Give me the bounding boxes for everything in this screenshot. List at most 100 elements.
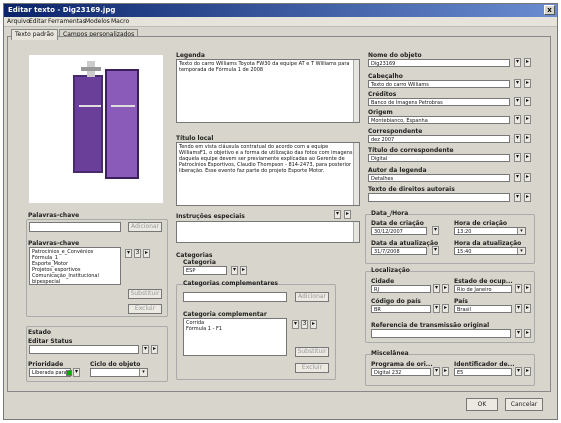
menu-arquivo[interactable]: Arquivo — [7, 18, 30, 25]
list-item[interactable]: bipespecial — [32, 279, 118, 284]
categoria-comp-input[interactable] — [183, 292, 287, 302]
add-icon[interactable]: ▸ — [524, 304, 531, 313]
programa-origem-field[interactable]: Digital 232 — [371, 368, 431, 376]
menu-macro[interactable]: Macro — [111, 18, 129, 25]
cidade-value: RJ — [374, 287, 379, 293]
add-icon[interactable]: ▸ — [524, 329, 531, 338]
creditos-field[interactable]: Banco de Imagens Petrobras — [368, 98, 510, 106]
cabecalho-field[interactable]: Texto do carro Williams — [368, 80, 510, 88]
sort-down-icon[interactable]: ▾ — [292, 320, 299, 329]
ok-button[interactable]: OK — [466, 398, 498, 411]
instrucoes-textarea[interactable] — [176, 221, 360, 243]
correspondente-field[interactable]: dez 2007 — [368, 135, 510, 143]
scrollbar[interactable] — [353, 222, 359, 242]
chevron-down-icon[interactable]: ▾ — [514, 153, 521, 162]
tab-texto-padrao[interactable]: Texto padrão — [11, 29, 58, 40]
add-icon[interactable]: ▸ — [344, 210, 351, 219]
chevron-down-icon[interactable]: ▾ — [433, 304, 440, 313]
ciclo-select[interactable]: ▾ — [90, 368, 148, 377]
menu-modelos[interactable]: Modelos — [85, 18, 110, 25]
add-icon[interactable]: ▸ — [524, 193, 531, 202]
close-icon[interactable]: x — [544, 5, 555, 15]
referencia-field[interactable] — [371, 329, 511, 338]
keyword-input[interactable] — [29, 222, 121, 232]
chevron-down-icon[interactable]: ▾ — [517, 228, 525, 234]
chevron-down-icon[interactable]: ▾ — [514, 173, 521, 182]
replace-categoria-button[interactable]: Substituir — [295, 347, 329, 357]
chevron-down-icon[interactable]: ▾ — [514, 193, 521, 202]
add-icon[interactable]: ▸ — [524, 134, 531, 143]
keywords-list[interactable]: Patrocínios_e_Convênios Fórmula_1 Esport… — [29, 247, 121, 285]
chevron-down-icon[interactable]: ▾ — [142, 345, 149, 354]
chevron-down-icon[interactable]: ▾ — [139, 369, 147, 376]
chevron-down-icon[interactable]: ▾ — [515, 329, 522, 338]
menu-editar[interactable]: Editar — [29, 18, 47, 25]
chevron-down-icon[interactable]: ▾ — [514, 97, 521, 106]
chevron-down-icon[interactable]: ▾ — [514, 115, 521, 124]
chevron-down-icon[interactable]: ▾ — [231, 266, 238, 275]
chevron-down-icon[interactable]: ▾ — [514, 58, 521, 67]
add-icon[interactable]: ▸ — [524, 79, 531, 88]
prioridade-select[interactable]: Liberada para — [29, 368, 71, 377]
status-select[interactable] — [29, 345, 139, 354]
number-icon[interactable]: 3 — [301, 320, 308, 329]
sort-down-icon[interactable]: ▾ — [125, 249, 132, 258]
direitos-field[interactable] — [368, 193, 510, 202]
add-icon[interactable]: ▸ — [524, 115, 531, 124]
cancel-button[interactable]: Cancelar — [505, 398, 543, 411]
calendar-icon[interactable]: ▾ — [432, 246, 439, 255]
origem-field[interactable]: Montebianco, Espanha — [368, 116, 510, 124]
replace-keyword-button[interactable]: Substituir — [128, 289, 162, 299]
titulo-local-textarea[interactable]: Tendo em vista cláusula contratual do ac… — [176, 142, 360, 206]
legenda-textarea[interactable]: Texto do carro Williams Toyota FW30 da e… — [176, 59, 360, 123]
add-icon[interactable]: ▸ — [151, 345, 158, 354]
add-icon[interactable]: ▸ — [524, 367, 531, 376]
delete-keyword-button[interactable]: Excluir — [128, 304, 162, 314]
chevron-down-icon[interactable]: ▾ — [515, 367, 522, 376]
pais-field[interactable]: Brasil — [454, 305, 512, 313]
scrollbar[interactable] — [353, 143, 359, 205]
chevron-down-icon[interactable]: ▾ — [73, 368, 80, 377]
scrollbar[interactable] — [353, 60, 359, 122]
cidade-field[interactable]: RJ — [371, 285, 431, 293]
add-icon[interactable]: ▸ — [442, 304, 449, 313]
hora-criacao-value: 13:20 — [457, 229, 472, 235]
menu-ferramentas[interactable]: Ferramentas — [48, 18, 86, 25]
chevron-down-icon[interactable]: ▾ — [433, 284, 440, 293]
data-criacao-field[interactable]: 30/12/2007 — [371, 227, 427, 235]
autor-field[interactable]: Detalhes — [368, 174, 510, 182]
hora-criacao-field[interactable]: 13:20 ▾ — [454, 227, 526, 235]
calendar-icon[interactable]: ▾ — [432, 226, 439, 235]
number-icon[interactable]: 3 — [134, 249, 141, 258]
add-icon[interactable]: ▸ — [524, 284, 531, 293]
add-icon[interactable]: ▸ — [310, 320, 317, 329]
chevron-down-icon[interactable]: ▾ — [514, 134, 521, 143]
list-item[interactable]: Fórmula 1 - F1 — [186, 326, 284, 332]
chevron-down-icon[interactable]: ▾ — [515, 284, 522, 293]
add-icon[interactable]: ▸ — [442, 367, 449, 376]
add-icon[interactable]: ▸ — [524, 58, 531, 67]
chevron-down-icon[interactable]: ▾ — [334, 210, 341, 219]
add-categoria-button[interactable]: Adicionar — [295, 292, 329, 302]
hora-atualizacao-field[interactable]: 15:40 ▾ — [454, 247, 526, 255]
categorias-list[interactable]: Corrida Fórmula 1 - F1 — [183, 318, 287, 356]
identificador-field[interactable]: E5 — [454, 368, 512, 376]
add-icon[interactable]: ▸ — [524, 153, 531, 162]
categoria-select[interactable]: ESP — [183, 266, 227, 275]
add-icon[interactable]: ▸ — [524, 173, 531, 182]
data-atualizacao-field[interactable]: 31/7/2008 — [371, 247, 427, 255]
add-icon[interactable]: ▸ — [524, 97, 531, 106]
titulo-correspondente-field[interactable]: Digital — [368, 154, 510, 162]
add-icon[interactable]: ▸ — [442, 284, 449, 293]
nome-objeto-field[interactable]: Dig23169 — [368, 59, 510, 67]
chevron-down-icon[interactable]: ▾ — [433, 367, 440, 376]
add-icon[interactable]: ▸ — [240, 266, 247, 275]
delete-categoria-button[interactable]: Excluir — [295, 363, 329, 373]
add-icon[interactable]: ▸ — [143, 249, 150, 258]
chevron-down-icon[interactable]: ▾ — [514, 79, 521, 88]
chevron-down-icon[interactable]: ▾ — [515, 304, 522, 313]
codigo-pais-field[interactable]: BR — [371, 305, 431, 313]
chevron-down-icon[interactable]: ▾ — [517, 248, 525, 254]
estado-ocupacao-field[interactable]: Rio de Janeiro — [454, 285, 512, 293]
add-keyword-button[interactable]: Adicionar — [128, 222, 162, 232]
